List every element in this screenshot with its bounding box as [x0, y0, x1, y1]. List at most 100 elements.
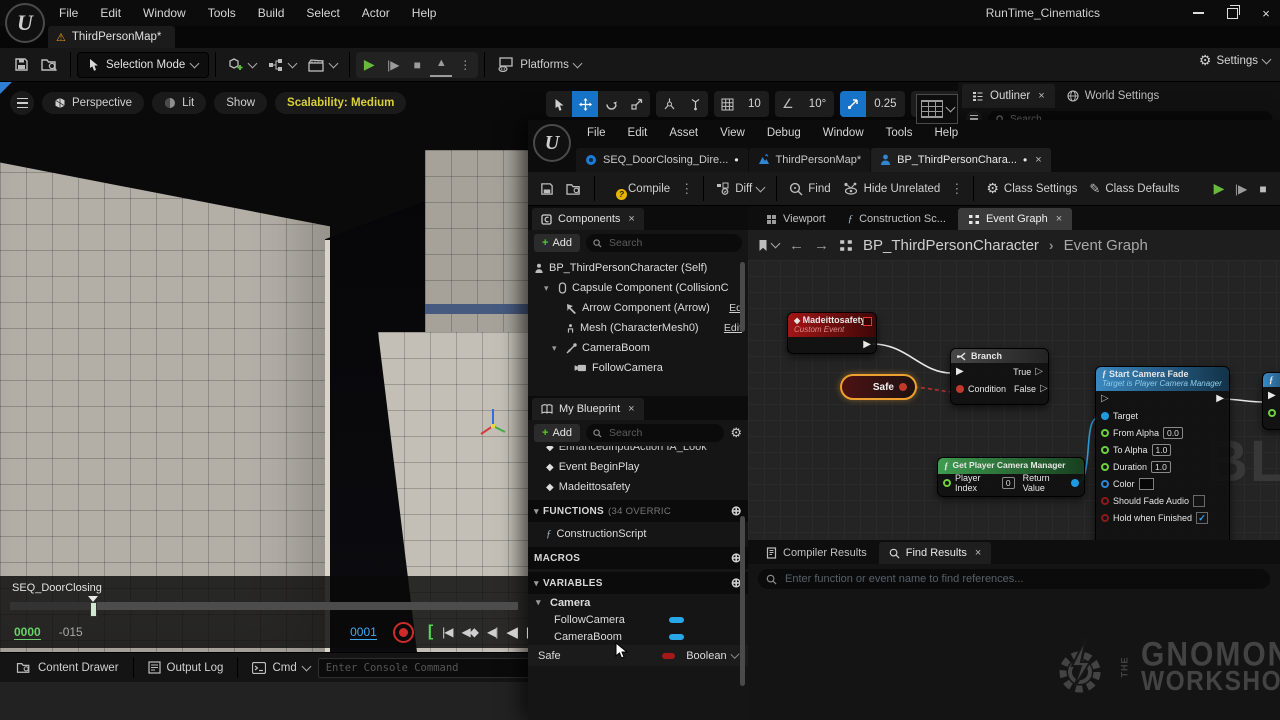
macros-section-header[interactable]: MACROS ⊕ [528, 547, 748, 569]
functions-section-header[interactable]: ▾ FUNCTIONS (34 OVERRIC ⊕ [528, 500, 748, 522]
menu-window[interactable]: Window [132, 0, 197, 26]
blueprints-dropdown[interactable] [262, 52, 302, 78]
tab-construction-script[interactable]: ƒ Construction Sc... [838, 208, 956, 230]
rotation-snap-toggle[interactable]: ∠ [775, 91, 801, 117]
hold-when-finished-pin[interactable] [1101, 514, 1109, 522]
tab-bp-viewport[interactable]: Viewport [756, 208, 836, 230]
platforms-dropdown[interactable]: Platforms [491, 52, 587, 78]
viewport-layout-dropdown[interactable] [916, 94, 958, 124]
diff-dropdown[interactable]: Diff [710, 176, 770, 202]
output-log-button[interactable]: Output Log [140, 661, 232, 674]
bp-save-button[interactable] [534, 176, 560, 202]
event-graph-canvas[interactable]: BL ◆ Madeittosafety Custom Event ▶ [748, 260, 1280, 540]
cmd-dropdown[interactable]: Cmd [244, 662, 317, 674]
component-row-mesh[interactable]: Mesh (CharacterMesh0) Edit [528, 318, 748, 338]
minimize-button[interactable] [1190, 5, 1206, 21]
bp-play-button[interactable]: ▶ [1208, 178, 1230, 200]
node-get-player-camera-manager[interactable]: ƒ Get Player Camera Manager Player Index… [937, 457, 1085, 497]
playhead[interactable] [90, 596, 97, 616]
clipped-transport-button[interactable]: | [526, 625, 528, 639]
hold-when-finished-checkbox[interactable]: ✓ [1196, 512, 1208, 524]
transport-options[interactable]: ⋮ [454, 54, 476, 76]
tab-my-blueprint[interactable]: My Blueprint × [532, 398, 644, 420]
close-button[interactable]: × [1258, 5, 1274, 21]
play-button[interactable]: ▶ [358, 54, 380, 76]
menu-edit[interactable]: Edit [89, 0, 132, 26]
class-defaults-button[interactable]: ✎ Class Defaults [1083, 176, 1185, 202]
construction-script-row[interactable]: ƒ ConstructionScript [528, 524, 748, 544]
menu-select[interactable]: Select [295, 0, 350, 26]
content-drawer-button[interactable]: Content Drawer [8, 661, 127, 674]
condition-pin[interactable] [956, 385, 964, 393]
true-exec-pin[interactable]: ▷ [1035, 367, 1043, 377]
component-row-capsule[interactable]: ▾ Capsule Component (CollisionC [528, 278, 748, 298]
my-blueprint-settings-icon[interactable]: ⚙ [730, 425, 742, 441]
go-to-start-button[interactable]: |◀ [442, 625, 452, 639]
find-button[interactable]: Find [783, 176, 836, 202]
bookmarks-dropdown[interactable] [758, 239, 779, 252]
menu-build[interactable]: Build [247, 0, 296, 26]
tab-world-settings[interactable]: World Settings [1057, 84, 1170, 108]
variable-category-camera[interactable]: ▾ Camera [528, 594, 748, 611]
save-button[interactable] [8, 52, 35, 78]
bp-menu-edit[interactable]: Edit [617, 120, 659, 146]
scale-snap-value[interactable]: 0.25 [866, 98, 904, 110]
close-icon[interactable]: × [975, 547, 981, 559]
sequencer-timeline[interactable] [10, 602, 518, 610]
world-gizmo-toggle[interactable] [656, 91, 682, 117]
pin-value[interactable]: 0.0 [1163, 427, 1183, 439]
components-search[interactable] [586, 234, 742, 252]
my-blueprint-scrollbar[interactable] [740, 516, 745, 686]
record-button[interactable] [393, 622, 414, 643]
stop-button[interactable]: ■ [406, 54, 428, 76]
bp-menu-asset[interactable]: Asset [658, 120, 709, 146]
player-index-pin[interactable] [943, 479, 951, 487]
expand-icon[interactable]: ▾ [552, 343, 561, 354]
clipped-list-row[interactable]: ◆ EnhancedInputAction IA_Look [528, 446, 748, 457]
pin-value[interactable]: 1.0 [1152, 444, 1172, 456]
bp-menu-window[interactable]: Window [812, 120, 875, 146]
add-actor-dropdown[interactable] [222, 52, 262, 78]
tab-components[interactable]: Components × [532, 208, 644, 230]
color-swatch[interactable] [1139, 478, 1154, 490]
find-results-input[interactable] [783, 572, 1262, 586]
tab-compiler-results[interactable]: Compiler Results [756, 542, 877, 564]
component-row-self[interactable]: BP_ThirdPersonCharacter (Self) [528, 258, 748, 278]
expand-icon[interactable]: ▾ [534, 578, 543, 589]
data-pin[interactable] [1268, 409, 1276, 417]
class-settings-button[interactable]: ⚙ Class Settings [980, 176, 1083, 202]
components-add-button[interactable]: +Add [534, 234, 580, 252]
breadcrumb-leaf[interactable]: Event Graph [1064, 237, 1148, 254]
lit-dropdown[interactable]: Lit [152, 92, 206, 114]
my-blueprint-add-button[interactable]: +Add [534, 424, 580, 442]
component-row-cameraboom[interactable]: ▾ CameraBoom [528, 338, 748, 358]
breadcrumb-root[interactable]: BP_ThirdPersonCharacter [863, 237, 1039, 254]
expand-icon[interactable]: ▾ [544, 283, 553, 294]
node-branch[interactable]: Branch ▶ True ▷ Condition False ▷ [950, 348, 1049, 405]
pin-value[interactable]: 1.0 [1151, 461, 1171, 473]
move-tool[interactable] [572, 91, 598, 117]
return-value-pin[interactable] [1071, 479, 1079, 487]
frame-skip-button[interactable]: |▶ [382, 54, 404, 76]
perspective-dropdown[interactable]: Perspective [42, 92, 144, 114]
components-search-input[interactable] [607, 236, 735, 250]
bp-browse-button[interactable] [560, 176, 588, 202]
component-row-followcamera[interactable]: FollowCamera [528, 358, 748, 378]
hide-unrelated-options[interactable]: ⋮ [946, 181, 967, 197]
close-icon[interactable]: × [628, 213, 634, 225]
eye-closed-icon[interactable] [730, 649, 739, 658]
exec-out-pin[interactable]: ▶ [1216, 394, 1224, 404]
rotate-tool[interactable] [598, 91, 624, 117]
exec-in-pin[interactable]: ▶ [956, 367, 964, 377]
node-madeittosafety-event[interactable]: ◆ Madeittosafety Custom Event ▶ [787, 312, 877, 354]
component-row-arrow[interactable]: Arrow Component (Arrow) Ed [528, 298, 748, 318]
menu-actor[interactable]: Actor [351, 0, 401, 26]
false-exec-pin[interactable]: ▷ [1040, 384, 1048, 394]
find-results-search[interactable] [758, 569, 1270, 589]
tab-find-results[interactable]: Find Results × [879, 542, 992, 564]
color-pin[interactable] [1101, 480, 1109, 488]
bp-menu-file[interactable]: File [576, 120, 617, 146]
previous-key-button[interactable]: ◀◆ [462, 625, 478, 639]
bool-out-pin[interactable] [899, 383, 907, 391]
step-back-button[interactable]: ◀| [487, 625, 497, 639]
